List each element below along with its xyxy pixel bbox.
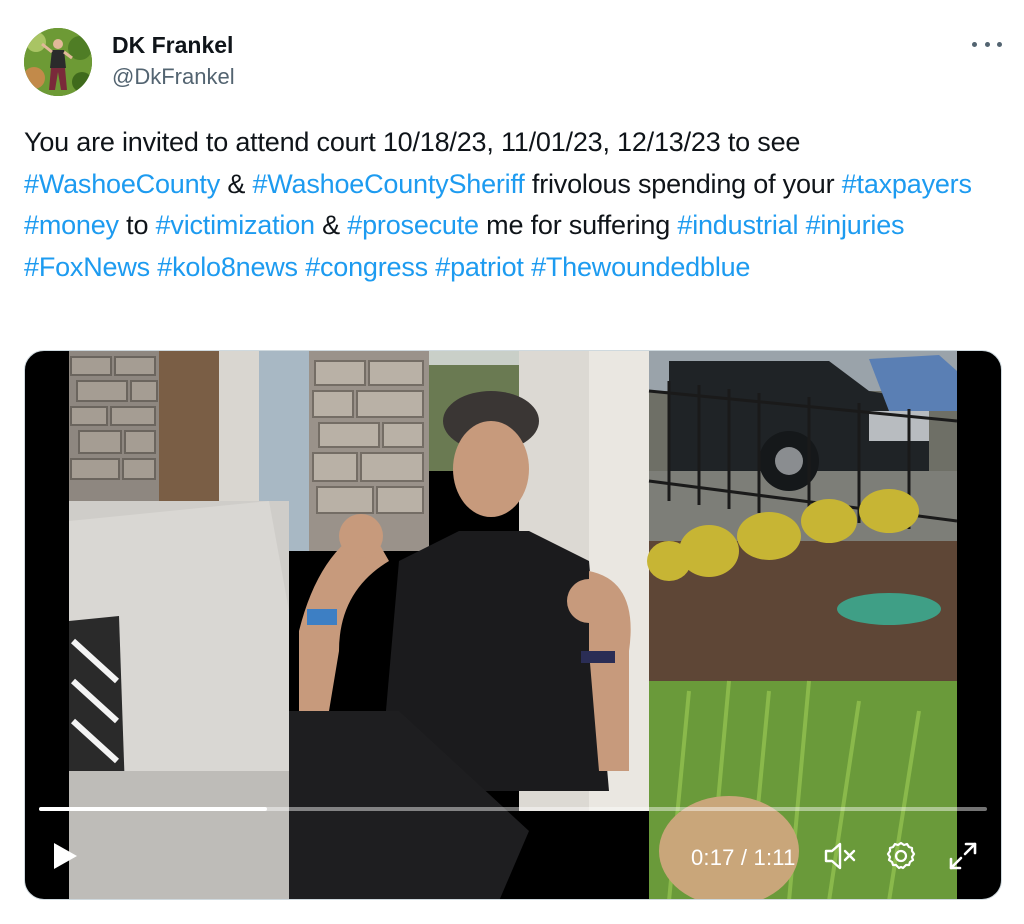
more-dot [984,41,990,47]
tweet-text-segment: to [118,210,156,240]
tweet-text-segment: & [314,210,348,240]
hashtag-link[interactable]: #taxpayers [842,169,972,199]
hashtag-link[interactable]: #kolo8news [157,252,298,282]
settings-button[interactable] [885,840,917,872]
hashtag-link[interactable]: #WashoeCounty [24,169,220,199]
play-icon [54,843,77,869]
author-avatar[interactable] [24,28,92,96]
hashtag-link[interactable]: #injuries [806,210,905,240]
tweet-text-segment: & [220,168,253,199]
video-still [69,351,957,899]
hashtag-link[interactable]: #industrial [677,210,798,240]
tweet-text: You are invited to attend court 10/18/23… [24,122,984,288]
expand-icon [949,842,977,870]
hashtag-link[interactable]: #money [24,210,119,240]
video-progress-bar[interactable] [39,807,987,811]
video-frame[interactable] [69,351,957,899]
video-progress-fill [39,807,267,811]
tweet-text-segment: me for suffering [478,210,678,240]
video-player[interactable]: 0:17 / 1:11 [24,350,1002,900]
author-handle[interactable]: @DkFrankel [112,62,235,92]
tweet-text-segment [524,252,531,282]
hashtag-link[interactable]: #congress [305,252,428,282]
hashtag-link[interactable]: #patriot [435,252,524,282]
hashtag-link[interactable]: #victimization [156,210,315,240]
profile-photo [24,28,92,96]
gear-icon [886,841,916,870]
hashtag-link[interactable]: #Thewoundedblue [531,252,750,282]
muted-speaker-icon [824,842,856,870]
tweet-text-segment: You are invited to attend court 10/18/23… [24,127,801,157]
more-options-button[interactable] [972,34,1002,54]
play-button[interactable] [51,841,79,871]
tweet-text-segment [798,210,805,240]
author-display-name[interactable]: DK Frankel [112,30,235,60]
author-info: DK Frankel @DkFrankel [112,30,235,92]
fullscreen-button[interactable] [947,840,979,872]
hashtag-link[interactable]: #WashoeCountySheriff [252,169,524,199]
more-dot [997,41,1002,47]
mute-button[interactable] [823,841,857,871]
hashtag-link[interactable]: #FoxNews [24,252,150,282]
tweet-card: DK Frankel @DkFrankel You are invited to… [0,0,1024,924]
video-controls: 0:17 / 1:11 [25,837,1001,881]
video-time: 0:17 / 1:11 [691,845,796,870]
tweet-text-segment: frivolous spending of your [524,168,842,199]
more-horizontal-icon [972,41,977,47]
hashtag-link[interactable]: #prosecute [347,210,479,240]
